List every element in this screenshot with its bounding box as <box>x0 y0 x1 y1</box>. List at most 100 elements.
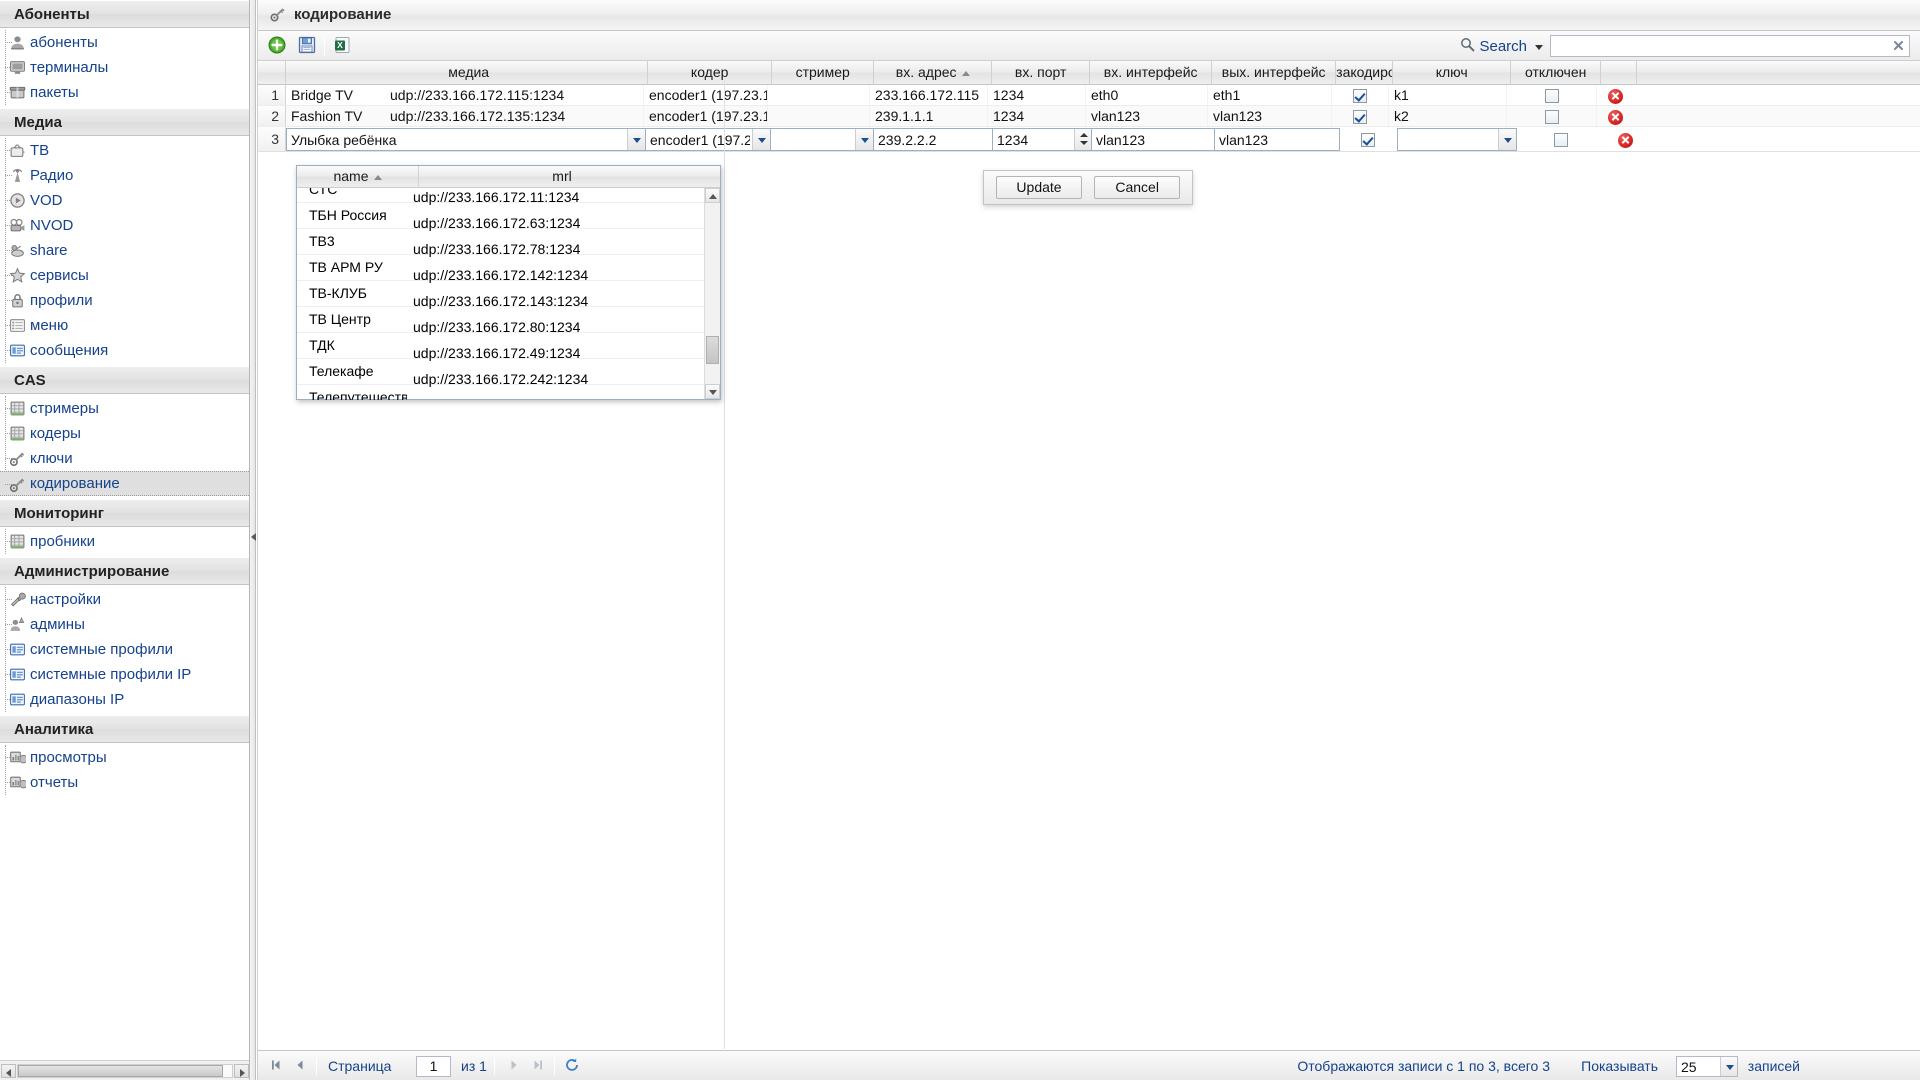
scroll-down-arrow-icon[interactable] <box>705 384 720 399</box>
clear-x-icon[interactable] <box>1892 39 1906 53</box>
column-header-out_if[interactable]: вых. интерфейс <box>1212 61 1337 85</box>
column-header-del[interactable] <box>1601 61 1638 85</box>
sidebar-item-системные-профили[interactable]: системные профили <box>0 637 249 662</box>
column-header-in_if[interactable]: вх. интерфейс <box>1090 61 1213 85</box>
dropdown-list-item[interactable]: ТВ3 udp://233.166.172.78:1234 <box>297 229 705 257</box>
key-combo-editor[interactable] <box>1397 128 1517 151</box>
column-header-scrambled[interactable]: закодировано <box>1336 61 1394 85</box>
sidebar-item-профили[interactable]: профили <box>0 288 249 313</box>
sidebar-item-пакеты[interactable]: пакеты <box>0 80 249 105</box>
page-number-input[interactable]: 1 <box>416 1056 451 1077</box>
disabled-checkbox[interactable] <box>1544 89 1559 104</box>
table-row[interactable]: 2 Fashion TV udp://233.166.172.135:1234 enc… <box>258 106 1920 127</box>
update-button[interactable]: Update <box>996 176 1082 199</box>
table-row[interactable]: 1 Bridge TV udp://233.166.172.115:1234 enco… <box>258 85 1920 106</box>
sidebar-group-4[interactable]: Администрирование <box>0 557 249 585</box>
next-page-button[interactable] <box>506 1057 524 1075</box>
sidebar-item-абоненты[interactable]: абоненты <box>0 30 249 55</box>
splitter-collapse-icon[interactable] <box>250 530 256 544</box>
sidebar-item-радио[interactable]: Радио <box>0 163 249 188</box>
sidebar-item-диапазоны-ip[interactable]: диапазоны IP <box>0 687 249 712</box>
dropdown-scrollbar-thumb[interactable] <box>706 336 719 364</box>
sidebar-item-меню[interactable]: меню <box>0 313 249 338</box>
chevron-down-icon[interactable] <box>1720 1057 1737 1076</box>
sidebar-group-1[interactable]: Медиа <box>0 108 249 136</box>
streamer-combo-editor[interactable] <box>770 128 874 151</box>
scroll-right-arrow-icon[interactable] <box>234 1064 249 1078</box>
save-button[interactable] <box>298 36 318 56</box>
scroll-up-arrow-icon[interactable] <box>705 188 720 203</box>
sidebar-item-кодирование[interactable]: кодирование <box>0 471 249 496</box>
search-box[interactable] <box>1550 35 1910 57</box>
encoder-combo-editor[interactable]: encoder1 (197.23.12 <box>645 128 771 151</box>
chevron-down-icon[interactable] <box>1498 129 1516 150</box>
sidebar-item-vod[interactable]: VOD <box>0 188 249 213</box>
column-header-media[interactable]: медиа <box>290 61 649 85</box>
in-interface-input[interactable]: vlan123 <box>1091 128 1215 151</box>
refresh-button[interactable] <box>564 1057 582 1075</box>
disabled-checkbox[interactable] <box>1544 110 1559 125</box>
sidebar-group-3[interactable]: Мониторинг <box>0 499 249 527</box>
sidebar-item-админы[interactable]: админы <box>0 612 249 637</box>
column-header-key[interactable]: ключ <box>1393 61 1512 85</box>
dropdown-list-item[interactable]: Телекафе udp://233.166.172.242:1234 <box>297 359 705 387</box>
sidebar-group-2[interactable]: CAS <box>0 366 249 394</box>
column-header-encoder[interactable]: кодер <box>648 61 773 85</box>
sidebar-item-отчеты[interactable]: отчеты <box>0 770 249 795</box>
delete-row-button[interactable] <box>1617 132 1633 148</box>
sidebar-item-просмотры[interactable]: просмотры <box>0 745 249 770</box>
sidebar-item-настройки[interactable]: настройки <box>0 587 249 612</box>
sidebar-item-пробники[interactable]: пробники <box>0 529 249 554</box>
last-page-button[interactable] <box>530 1057 548 1075</box>
column-header-in_port[interactable]: вх. порт <box>992 61 1091 85</box>
sidebar-item-терминалы[interactable]: терминалы <box>0 55 249 80</box>
chevron-down-icon[interactable] <box>627 129 645 150</box>
out-interface-input[interactable]: vlan123 <box>1214 128 1340 151</box>
sidebar-item-стримеры[interactable]: стримеры <box>0 396 249 421</box>
dropdown-list-item[interactable]: СТС udp://233.166.172.11:1234 <box>297 188 705 205</box>
spinner-arrows-icon[interactable] <box>1074 129 1091 150</box>
scroll-left-arrow-icon[interactable] <box>1 1064 16 1078</box>
scrambled-checkbox[interactable] <box>1353 89 1367 104</box>
add-row-button[interactable] <box>268 36 288 56</box>
sidebar-item-nvod[interactable]: NVOD <box>0 213 249 238</box>
delete-row-button[interactable] <box>1607 109 1623 125</box>
sidebar-splitter[interactable] <box>250 0 256 1080</box>
dropdown-list-item[interactable]: Телепутешествияudp://233.166.172.123:123… <box>297 385 705 400</box>
dropdown-column-mrl[interactable]: mrl <box>419 166 705 188</box>
sidebar-item-системные-профили-ip[interactable]: системные профили IP <box>0 662 249 687</box>
cancel-button[interactable]: Cancel <box>1094 176 1181 199</box>
table-row-editing[interactable]: 3 Улыбка ребёнка encoder1 (197.23.12 239.2.… <box>258 127 1920 152</box>
column-header-in_addr[interactable]: вх. адрес <box>874 61 993 85</box>
sidebar-item-тв[interactable]: ТВ <box>0 138 249 163</box>
in-port-spinner[interactable]: 1234 <box>992 128 1092 151</box>
sidebar-group-0[interactable]: Абоненты <box>0 0 249 28</box>
dropdown-column-name[interactable]: name <box>297 166 419 188</box>
scrambled-checkbox[interactable] <box>1360 133 1375 148</box>
media-combo-editor[interactable]: Улыбка ребёнка <box>286 128 646 151</box>
dropdown-list-item[interactable]: ТДК udp://233.166.172.49:1234 <box>297 333 705 361</box>
dropdown-scrollbar[interactable] <box>704 188 720 399</box>
dropdown-list-item[interactable]: ТБН Россия udp://233.166.172.63:1234 <box>297 203 705 231</box>
dropdown-list-item[interactable]: ТВ АРМ РУ udp://233.166.172.142:1234 <box>297 255 705 283</box>
sidebar-horizontal-scrollbar[interactable] <box>0 1060 249 1080</box>
sidebar-item-сервисы[interactable]: сервисы <box>0 263 249 288</box>
column-header-disabled[interactable]: отключен <box>1511 61 1602 85</box>
scrambled-checkbox[interactable] <box>1353 110 1367 125</box>
in-address-input[interactable]: 239.2.2.2 <box>873 128 993 151</box>
column-header-streamer[interactable]: стример <box>772 61 875 85</box>
chevron-down-icon[interactable] <box>1535 44 1543 50</box>
excel-export-button[interactable]: X <box>334 36 354 56</box>
sidebar-item-сообщения[interactable]: сообщения <box>0 338 249 363</box>
sidebar-item-ключи[interactable]: ключи <box>0 446 249 471</box>
dropdown-list-item[interactable]: ТВ Центр udp://233.166.172.80:1234 <box>297 307 705 335</box>
media-dropdown-list[interactable]: name mrl СТС udp://233.166.172.11:1234 ТБН … <box>296 165 721 400</box>
prev-page-button[interactable] <box>292 1057 310 1075</box>
search-label[interactable]: Search <box>1479 38 1527 55</box>
scrollbar-thumb[interactable] <box>18 1065 223 1077</box>
dropdown-list-body[interactable]: СТС udp://233.166.172.11:1234 ТБН Россия ud… <box>297 188 705 400</box>
sidebar-item-share[interactable]: share <box>0 238 249 263</box>
chevron-down-icon[interactable] <box>752 129 770 150</box>
sidebar-group-5[interactable]: Аналитика <box>0 715 249 743</box>
search-input[interactable] <box>1554 38 1887 55</box>
